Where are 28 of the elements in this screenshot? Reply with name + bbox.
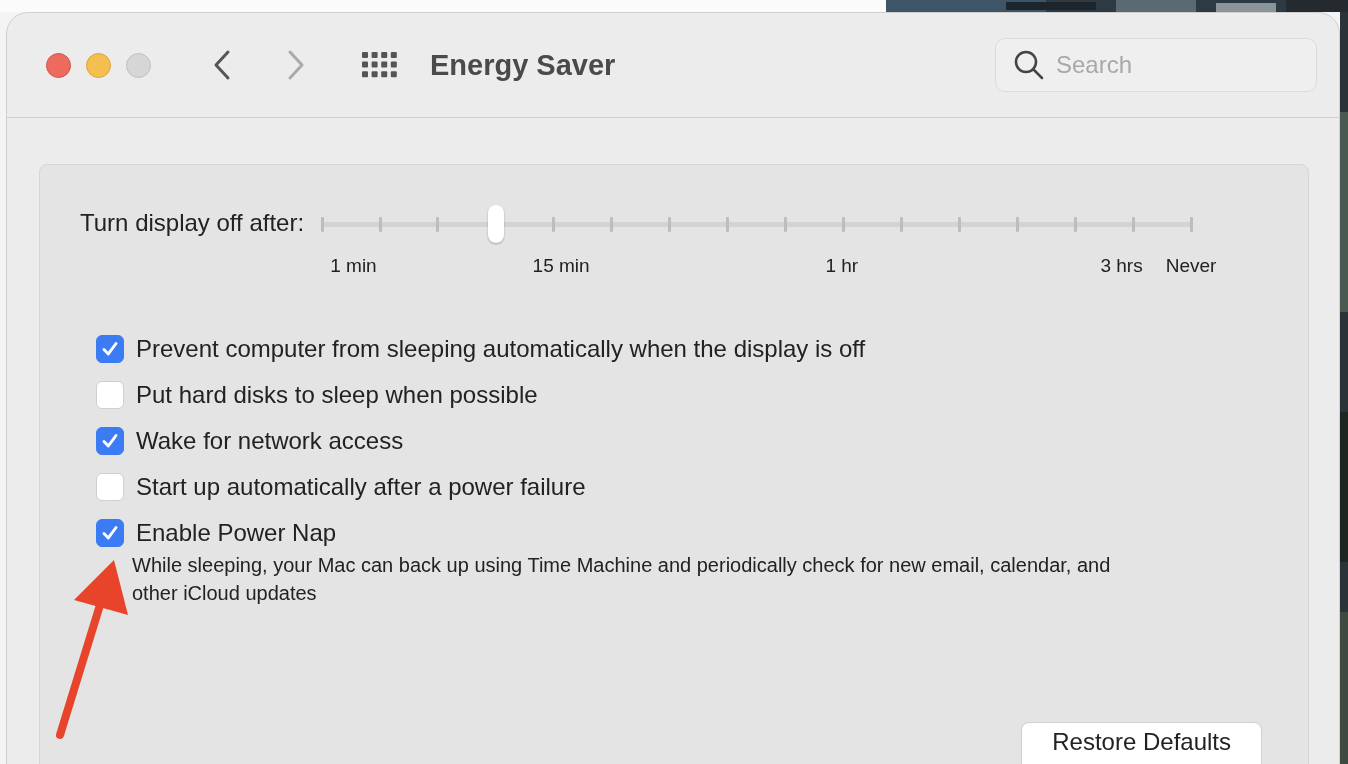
checkbox[interactable] xyxy=(96,473,124,501)
option-label: Start up automatically after a power failure xyxy=(136,473,586,501)
slider-thumb[interactable] xyxy=(487,205,504,243)
option-description: While sleeping, your Mac can back up using Time Machine and periodically check for new email, calendar, and other iCloud updates xyxy=(132,553,1112,606)
option-label: Put hard disks to sleep when possible xyxy=(136,381,538,409)
window-title: Energy Saver xyxy=(430,48,616,82)
tick-label: 15 min xyxy=(532,255,590,277)
slider-label: Turn display off after: xyxy=(80,209,305,237)
option-label: Wake for network access xyxy=(136,427,404,455)
option-label: Enable Power Nap xyxy=(136,519,337,547)
grid-icon[interactable] xyxy=(362,52,398,78)
back-icon[interactable] xyxy=(212,49,232,81)
tick-label: Never xyxy=(1165,255,1217,277)
minimize-button[interactable] xyxy=(86,52,111,78)
tick-label: 1 hr xyxy=(825,255,859,277)
search-field[interactable]: Search xyxy=(995,38,1317,92)
tick-label: 3 hrs xyxy=(1100,255,1143,277)
checkbox[interactable] xyxy=(96,427,124,455)
restore-defaults-button[interactable]: Restore Defaults xyxy=(1021,722,1262,764)
close-button[interactable] xyxy=(46,52,71,78)
forward-icon[interactable] xyxy=(286,49,306,81)
zoom-button[interactable] xyxy=(126,52,151,78)
checkbox[interactable] xyxy=(96,381,124,409)
search-icon xyxy=(1013,49,1045,81)
checkbox[interactable] xyxy=(96,519,124,547)
tick-label: 1 min xyxy=(330,255,377,277)
option-label: Prevent computer from sleeping automatically when the display is off xyxy=(136,335,866,363)
checkbox[interactable] xyxy=(96,335,124,363)
